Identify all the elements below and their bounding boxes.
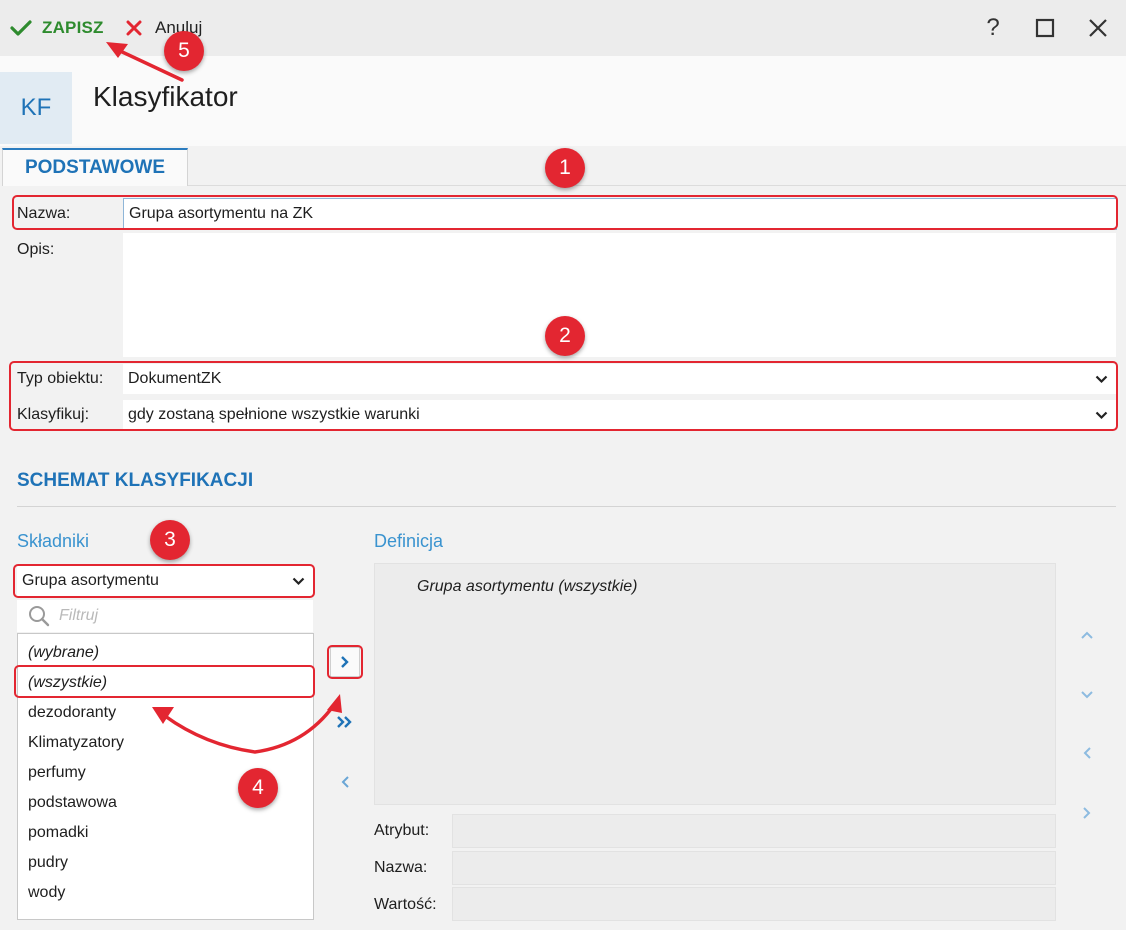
attribute-field[interactable] <box>452 814 1056 848</box>
search-icon <box>29 606 50 627</box>
header: KF Klasyfikator <box>0 56 1126 146</box>
chevron-left-icon <box>1083 747 1091 759</box>
filter-box <box>17 600 313 632</box>
chevron-down-icon <box>1095 375 1108 384</box>
attr-name-label: Nazwa: <box>374 859 428 876</box>
chevron-right-icon <box>341 656 349 668</box>
checkmark-icon <box>10 20 32 36</box>
list-item-perfumy[interactable]: perfumy <box>18 758 313 788</box>
help-button[interactable]: ? <box>978 13 1008 43</box>
chevron-down-icon <box>1081 691 1093 699</box>
component-select[interactable]: Grupa asortymentu <box>17 566 313 596</box>
attribute-label: Atrybut: <box>374 822 430 839</box>
list-item-wszystkie[interactable]: (wszystkie) <box>18 668 313 698</box>
chevron-right-icon <box>1083 807 1091 819</box>
outdent-button[interactable] <box>1072 738 1102 768</box>
description-label: Opis: <box>17 241 55 258</box>
object-badge: KF <box>0 72 72 144</box>
chevron-down-icon <box>1095 411 1108 420</box>
definition-label: Definicja <box>374 531 444 551</box>
section-divider <box>17 506 1116 507</box>
list-item-dezodoranty[interactable]: dezodoranty <box>18 698 313 728</box>
list-item-podstawowa[interactable]: podstawowa <box>18 788 313 818</box>
list-item-wybrane[interactable]: (wybrane) <box>18 638 313 668</box>
section-title-schema: SCHEMAT KLASYFIKACJI <box>17 470 254 491</box>
page-title: Klasyfikator <box>93 81 238 112</box>
chevron-up-icon <box>1081 631 1093 639</box>
description-textarea[interactable] <box>123 233 1116 357</box>
components-list: (wybrane) (wszystkie) dezodoranty Klimat… <box>17 633 314 920</box>
name-input-value: Grupa asortymentu na ZK <box>129 205 314 222</box>
remove-button[interactable] <box>330 767 360 797</box>
maximize-button[interactable] <box>1030 13 1060 43</box>
close-window-button[interactable] <box>1083 13 1113 43</box>
components-label: Składniki <box>17 531 90 551</box>
object-type-select[interactable]: DokumentZK <box>123 364 1116 394</box>
attr-value-field[interactable] <box>452 887 1056 921</box>
name-label: Nazwa: <box>17 205 71 222</box>
filter-input[interactable] <box>59 607 299 625</box>
tab-podstawowe[interactable]: PODSTAWOWE <box>2 148 188 186</box>
list-item-klimatyzatory[interactable]: Klimatyzatory <box>18 728 313 758</box>
classify-select[interactable]: gdy zostaną spełnione wszystkie warunki <box>123 400 1116 430</box>
definition-area[interactable]: Grupa asortymentu (wszystkie) <box>374 563 1056 805</box>
add-all-button[interactable] <box>330 707 360 737</box>
list-item-wody[interactable]: wody <box>18 878 313 908</box>
classify-value: gdy zostaną spełnione wszystkie warunki <box>128 406 420 423</box>
help-icon: ? <box>986 14 1000 41</box>
double-chevron-right-icon <box>337 716 352 728</box>
move-up-button[interactable] <box>1072 620 1102 650</box>
attr-name-field[interactable] <box>452 851 1056 885</box>
name-input[interactable]: Grupa asortymentu na ZK <box>123 198 1117 230</box>
cancel-button-label: Anuluj <box>155 18 203 37</box>
definition-text: Grupa asortymentu (wszystkie) <box>417 578 638 595</box>
list-item-pomadki[interactable]: pomadki <box>18 818 313 848</box>
object-type-value: DokumentZK <box>128 370 222 387</box>
list-item-pudry[interactable]: pudry <box>18 848 313 878</box>
chevron-left-icon <box>341 776 349 788</box>
indent-button[interactable] <box>1072 798 1102 828</box>
add-selected-button[interactable] <box>330 647 360 677</box>
chevron-down-icon <box>292 577 305 586</box>
object-type-label: Typ obiektu: <box>17 370 104 387</box>
annotation-badge-1: 1 <box>545 148 585 188</box>
cancel-button[interactable]: Anuluj <box>125 14 202 42</box>
maximize-icon <box>1035 18 1055 38</box>
save-button[interactable]: ZAPISZ <box>10 14 104 42</box>
attr-value-label: Wartość: <box>374 896 437 913</box>
tab-divider <box>188 185 1126 186</box>
close-icon <box>1089 19 1107 37</box>
save-button-label: ZAPISZ <box>42 18 104 37</box>
component-select-value: Grupa asortymentu <box>22 572 159 589</box>
annotation-badge-3: 3 <box>150 520 190 560</box>
move-down-button[interactable] <box>1072 680 1102 710</box>
classify-label: Klasyfikuj: <box>17 406 90 423</box>
close-x-icon <box>126 20 142 36</box>
toolbar: ZAPISZ Anuluj ? <box>0 0 1126 56</box>
